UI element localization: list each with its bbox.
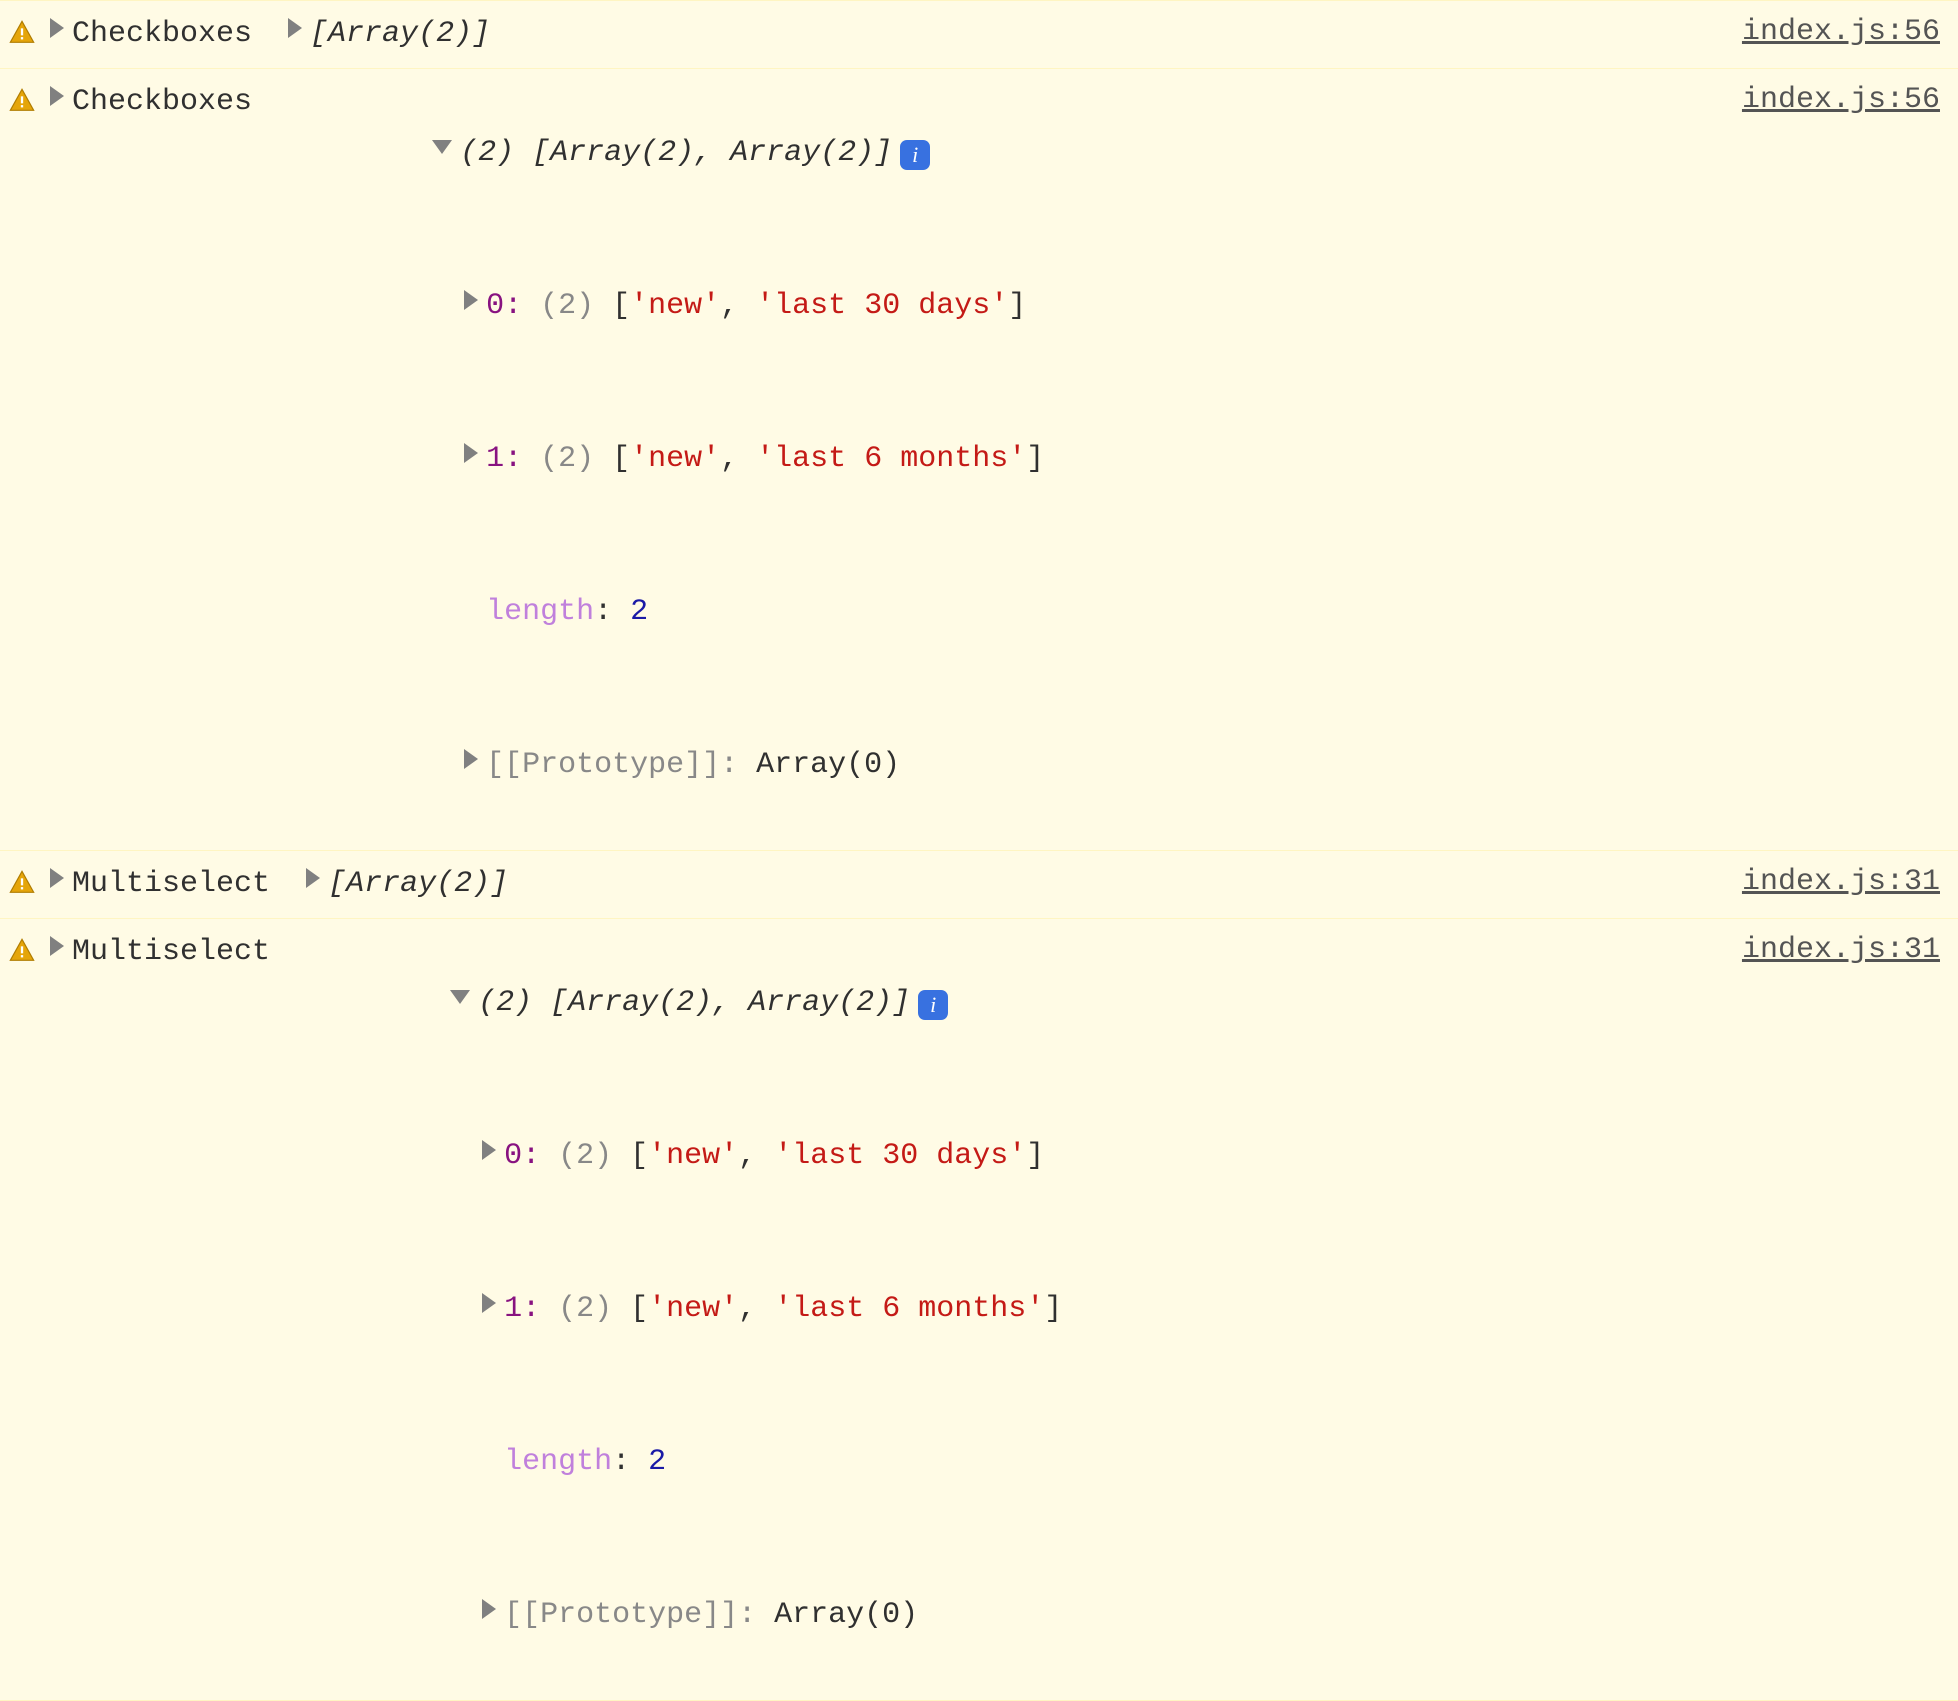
object-toggle[interactable] [450,986,478,1020]
object-toggle[interactable] [50,9,72,60]
array-count: (2) [540,442,594,476]
chevron-right-icon [482,1293,496,1313]
warning-icon [8,19,36,47]
object-count: (2) [478,986,532,1020]
array-index: 1 [486,442,504,476]
string-value: 'new' [630,289,720,323]
object-summary: [Array(2)] [310,9,490,60]
console-entry: index.js:31 Multiselect [Array(2)] [0,851,1958,919]
string-value: 'last 6 months' [756,442,1026,476]
string-value: 'last 30 days' [756,289,1008,323]
object-toggle[interactable] [464,442,486,476]
log-label: Checkboxes [72,77,252,128]
chevron-down-icon [450,990,470,1004]
console-entry: index.js:56 Checkboxes (2) [Array(2), Ar… [0,69,1958,851]
chevron-right-icon [482,1599,496,1619]
property-value-length: 2 [648,1445,666,1479]
source-link[interactable]: index.js:56 [1742,75,1940,126]
array-count: (2) [558,1292,612,1326]
array-index: 0 [486,289,504,323]
array-count: (2) [558,1139,612,1173]
object-toggle[interactable] [482,1292,504,1326]
chevron-right-icon [464,443,478,463]
object-summary: [Array(2), Array(2)] [532,136,892,170]
string-value: 'last 30 days' [774,1139,1026,1173]
chevron-right-icon [288,18,302,38]
chevron-right-icon [50,868,64,888]
property-key-length: length [504,1445,612,1479]
chevron-right-icon [306,868,320,888]
info-icon[interactable]: i [900,140,930,170]
chevron-right-icon [50,936,64,956]
object-toggle[interactable] [464,748,486,782]
property-key-prototype: [[Prototype]] [504,1598,738,1632]
object-toggle[interactable] [432,136,460,170]
string-value: 'new' [648,1292,738,1326]
array-index: 0 [504,1139,522,1173]
string-value: 'last 6 months' [774,1292,1044,1326]
chevron-right-icon [50,18,64,38]
chevron-right-icon [50,86,64,106]
log-label: Checkboxes [72,9,252,60]
source-link[interactable]: index.js:56 [1742,7,1940,58]
array-count: (2) [540,289,594,323]
log-label: Multiselect [72,927,270,978]
log-label: Multiselect [72,859,270,910]
chevron-right-icon [464,290,478,310]
object-summary: [Array(2), Array(2)] [550,986,910,1020]
string-value: 'new' [630,442,720,476]
property-value-prototype: Array(0) [774,1598,918,1632]
property-key-prototype: [[Prototype]] [486,748,720,782]
object-toggle[interactable] [288,9,310,60]
warning-icon [8,937,36,965]
string-value: 'new' [648,1139,738,1173]
source-link[interactable]: index.js:31 [1742,857,1940,908]
object-toggle[interactable] [50,927,72,978]
source-link[interactable]: index.js:31 [1742,925,1940,976]
console-entry: index.js:31 Multiselect (2) [Array(2), A… [0,919,1958,1701]
object-toggle[interactable] [50,859,72,910]
object-toggle[interactable] [464,289,486,323]
object-summary: [Array(2)] [328,859,508,910]
chevron-right-icon [464,749,478,769]
object-count: (2) [460,136,514,170]
property-key-length: length [486,595,594,629]
object-toggle[interactable] [50,77,72,128]
info-icon[interactable]: i [918,990,948,1020]
object-toggle[interactable] [306,859,328,910]
chevron-down-icon [432,140,452,154]
property-value-prototype: Array(0) [756,748,900,782]
object-toggle[interactable] [482,1598,504,1632]
object-toggle[interactable] [482,1139,504,1173]
array-index: 1 [504,1292,522,1326]
warning-icon [8,869,36,897]
warning-icon [8,87,36,115]
property-value-length: 2 [630,595,648,629]
console-entry: index.js:56 Checkboxes [Array(2)] [0,0,1958,69]
chevron-right-icon [482,1140,496,1160]
